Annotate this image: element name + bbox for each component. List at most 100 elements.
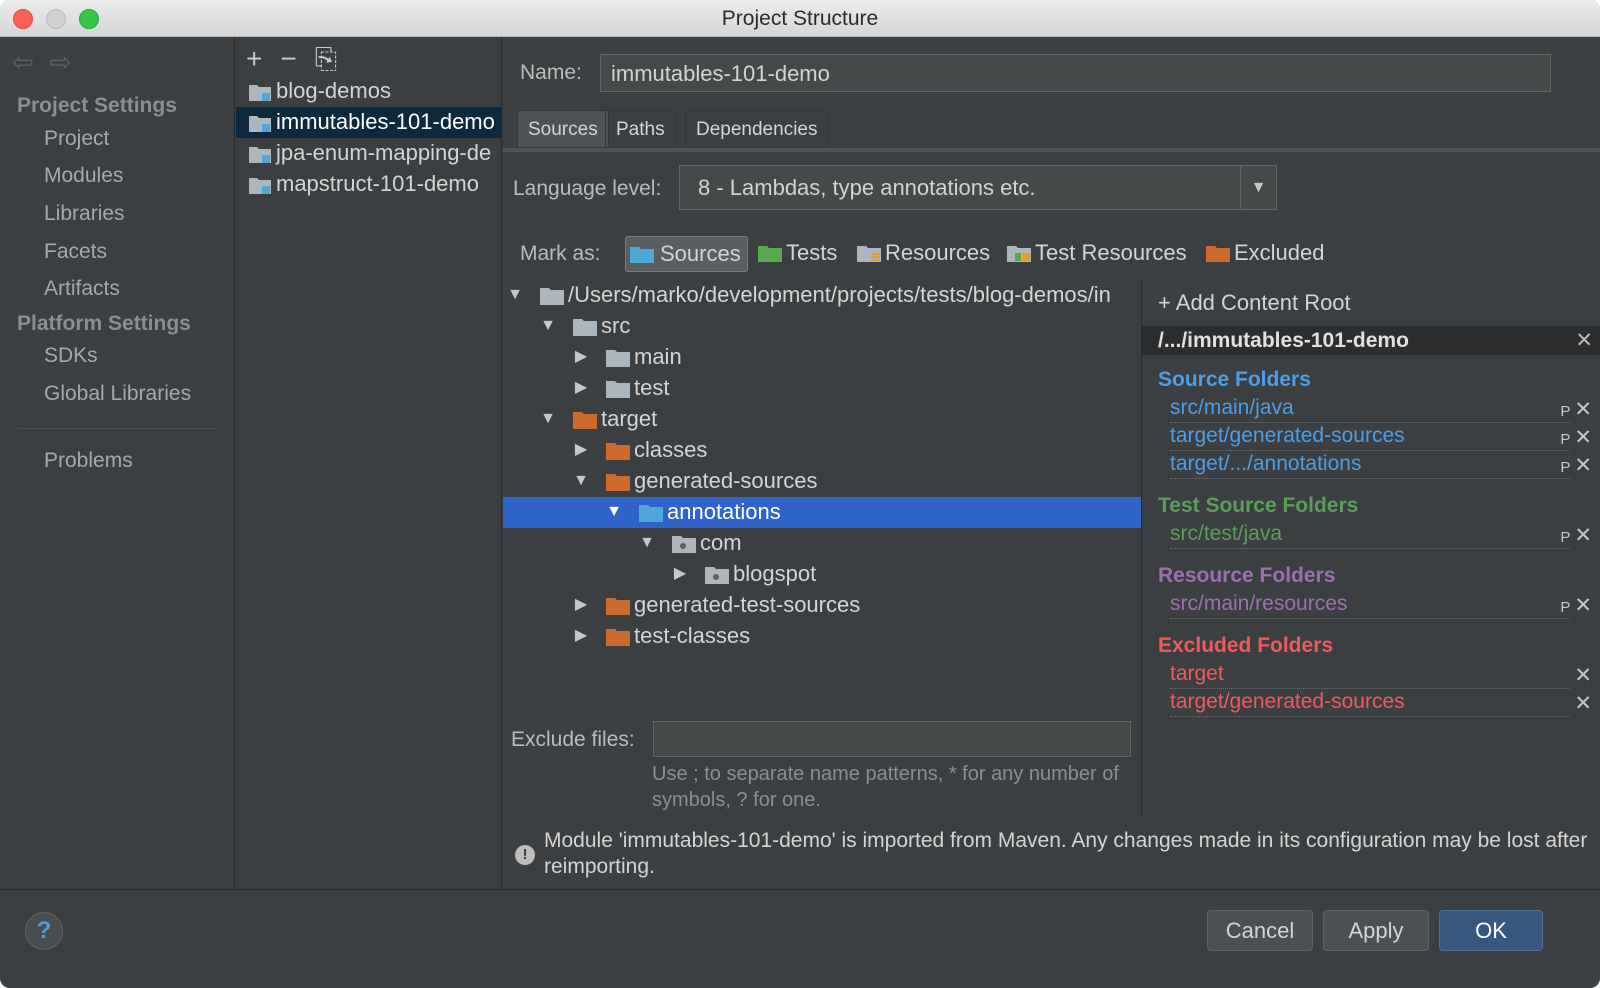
folder-icon — [573, 319, 597, 336]
tree-row[interactable]: ▶ classes — [503, 435, 1141, 466]
expand-down-icon[interactable]: ▼ — [538, 404, 558, 433]
test-resource-folder-icon — [1007, 246, 1031, 262]
close-icon[interactable]: ✕ — [1574, 454, 1592, 477]
source-folder-label: src/main/java — [1170, 396, 1296, 419]
expand-down-icon[interactable]: ▼ — [571, 466, 591, 495]
close-icon[interactable]: ✕ — [1574, 398, 1592, 421]
close-icon[interactable]: ✕ — [1574, 426, 1592, 449]
tree-row[interactable]: ▶ test — [503, 373, 1141, 404]
mark-sources-button[interactable]: Sources — [625, 236, 748, 272]
nav-item-facets[interactable]: Facets — [44, 240, 107, 264]
tab-dependencies[interactable]: Dependencies — [685, 110, 829, 148]
close-icon[interactable]: ✕ — [1574, 524, 1592, 547]
nav-item-global-libraries[interactable]: Global Libraries — [44, 382, 191, 406]
package-prefix-icon[interactable]: P — [1560, 599, 1570, 616]
module-item[interactable]: mapstruct-101-demo — [236, 169, 502, 200]
content-root-header[interactable]: /.../immutables-101-demo ✕ — [1142, 326, 1600, 355]
tree-item-label: classes — [634, 437, 708, 462]
apply-button[interactable]: Apply — [1323, 910, 1429, 951]
excluded-folder-icon — [606, 598, 630, 615]
source-folder-actions: P ✕ — [1560, 453, 1592, 478]
excluded-folder-icon — [606, 474, 630, 491]
tab-sources[interactable]: Sources — [517, 110, 609, 148]
expand-right-icon[interactable]: ▶ — [571, 621, 591, 650]
add-module-button[interactable]: + — [246, 43, 262, 74]
expand-down-icon[interactable]: ▼ — [538, 311, 558, 340]
tree-item-label: generated-test-sources — [634, 592, 861, 617]
forward-arrow-icon[interactable]: ⇨ — [50, 47, 72, 77]
add-content-root-button[interactable]: + Add Content Root — [1158, 290, 1351, 316]
copy-module-button[interactable]: ⎘ — [315, 43, 337, 74]
excluded-folder-row[interactable]: target/generated-sources — [1170, 690, 1570, 717]
close-icon[interactable]: ✕ — [1575, 326, 1593, 355]
back-arrow-icon[interactable]: ⇦ — [12, 47, 34, 77]
close-icon[interactable]: ✕ — [1574, 692, 1592, 715]
cancel-button[interactable]: Cancel — [1207, 910, 1313, 951]
mark-resources-label: Resources — [885, 240, 991, 265]
module-item[interactable]: immutables-101-demo — [236, 107, 502, 138]
excluded-folder-icon — [1206, 246, 1230, 262]
close-icon[interactable]: ✕ — [1574, 664, 1592, 687]
source-folder-row[interactable]: target/.../annotations — [1170, 452, 1570, 479]
platform-settings-heading: Platform Settings — [17, 312, 191, 335]
expand-right-icon[interactable]: ▶ — [571, 435, 591, 464]
expand-down-icon[interactable]: ▼ — [604, 497, 624, 526]
expand-right-icon[interactable]: ▶ — [571, 373, 591, 402]
package-prefix-icon[interactable]: P — [1560, 431, 1570, 448]
tree-row[interactable]: ▼ src — [503, 311, 1141, 342]
nav-item-libraries[interactable]: Libraries — [44, 202, 125, 226]
tree-row[interactable]: ▼ target — [503, 404, 1141, 435]
remove-module-button[interactable]: − — [280, 43, 296, 74]
expand-right-icon[interactable]: ▶ — [571, 342, 591, 371]
chevron-down-icon[interactable]: ▼ — [1240, 166, 1276, 209]
resource-folder-row[interactable]: src/main/resources — [1170, 592, 1570, 619]
tree-row[interactable]: ▼ generated-sources — [503, 466, 1141, 497]
language-level-select[interactable]: 8 - Lambdas, type annotations etc. — [679, 165, 1277, 210]
excluded-folder-row[interactable]: target — [1170, 662, 1570, 689]
package-prefix-icon[interactable]: P — [1560, 459, 1570, 476]
nav-item-artifacts[interactable]: Artifacts — [44, 277, 120, 301]
package-prefix-icon[interactable]: P — [1560, 403, 1570, 420]
tab-paths[interactable]: Paths — [605, 110, 676, 148]
nav-item-project[interactable]: Project — [44, 127, 109, 151]
excluded-folder-icon — [606, 629, 630, 646]
expand-right-icon[interactable]: ▶ — [571, 590, 591, 619]
tree-row-selected[interactable]: ▼ annotations — [503, 497, 1141, 528]
tree-row[interactable]: ▶ main — [503, 342, 1141, 373]
package-icon — [672, 536, 696, 553]
mark-test-resources-button[interactable]: Test Resources — [1003, 236, 1187, 272]
test-folder-row[interactable]: src/test/java — [1170, 522, 1570, 549]
name-label: Name: — [520, 61, 582, 84]
exclude-files-input[interactable] — [653, 721, 1131, 757]
tree-row[interactable]: ▶ test-classes — [503, 621, 1141, 652]
tree-row[interactable]: ▼ com — [503, 528, 1141, 559]
nav-item-problems[interactable]: Problems — [44, 449, 133, 473]
nav-item-sdks[interactable]: SDKs — [44, 344, 98, 368]
content-tree: ▼ /Users/marko/development/projects/test… — [503, 281, 1141, 715]
module-folder-icon — [249, 178, 271, 194]
source-folder-row[interactable]: src/main/java — [1170, 396, 1570, 423]
test-folder-label: src/test/java — [1170, 522, 1285, 545]
mark-resources-button[interactable]: Resources — [853, 236, 990, 272]
mark-excluded-button[interactable]: Excluded — [1202, 236, 1325, 272]
module-item[interactable]: blog-demos — [236, 76, 502, 107]
module-name-input[interactable]: immutables-101-demo — [600, 54, 1551, 92]
ok-button[interactable]: OK — [1439, 910, 1543, 951]
close-icon[interactable]: ✕ — [1574, 594, 1592, 617]
package-prefix-icon[interactable]: P — [1560, 529, 1570, 546]
language-level-label: Language level: — [513, 177, 662, 200]
expand-right-icon[interactable]: ▶ — [670, 559, 690, 588]
module-folder-icon — [249, 85, 271, 101]
source-folder-row[interactable]: target/generated-sources — [1170, 424, 1570, 451]
mark-tests-button[interactable]: Tests — [754, 236, 837, 272]
warning-icon: ! — [515, 845, 535, 865]
tree-row[interactable]: ▶ generated-test-sources — [503, 590, 1141, 621]
tree-row[interactable]: ▼ /Users/marko/development/projects/test… — [503, 281, 1141, 311]
expand-down-icon[interactable]: ▼ — [505, 281, 525, 309]
tree-row[interactable]: ▶ blogspot — [503, 559, 1141, 590]
nav-item-modules[interactable]: Modules — [44, 164, 123, 188]
help-button[interactable]: ? — [25, 912, 63, 950]
history-arrows: ⇦ ⇨ — [12, 47, 88, 78]
expand-down-icon[interactable]: ▼ — [637, 528, 657, 557]
module-item[interactable]: jpa-enum-mapping-de — [236, 138, 502, 169]
